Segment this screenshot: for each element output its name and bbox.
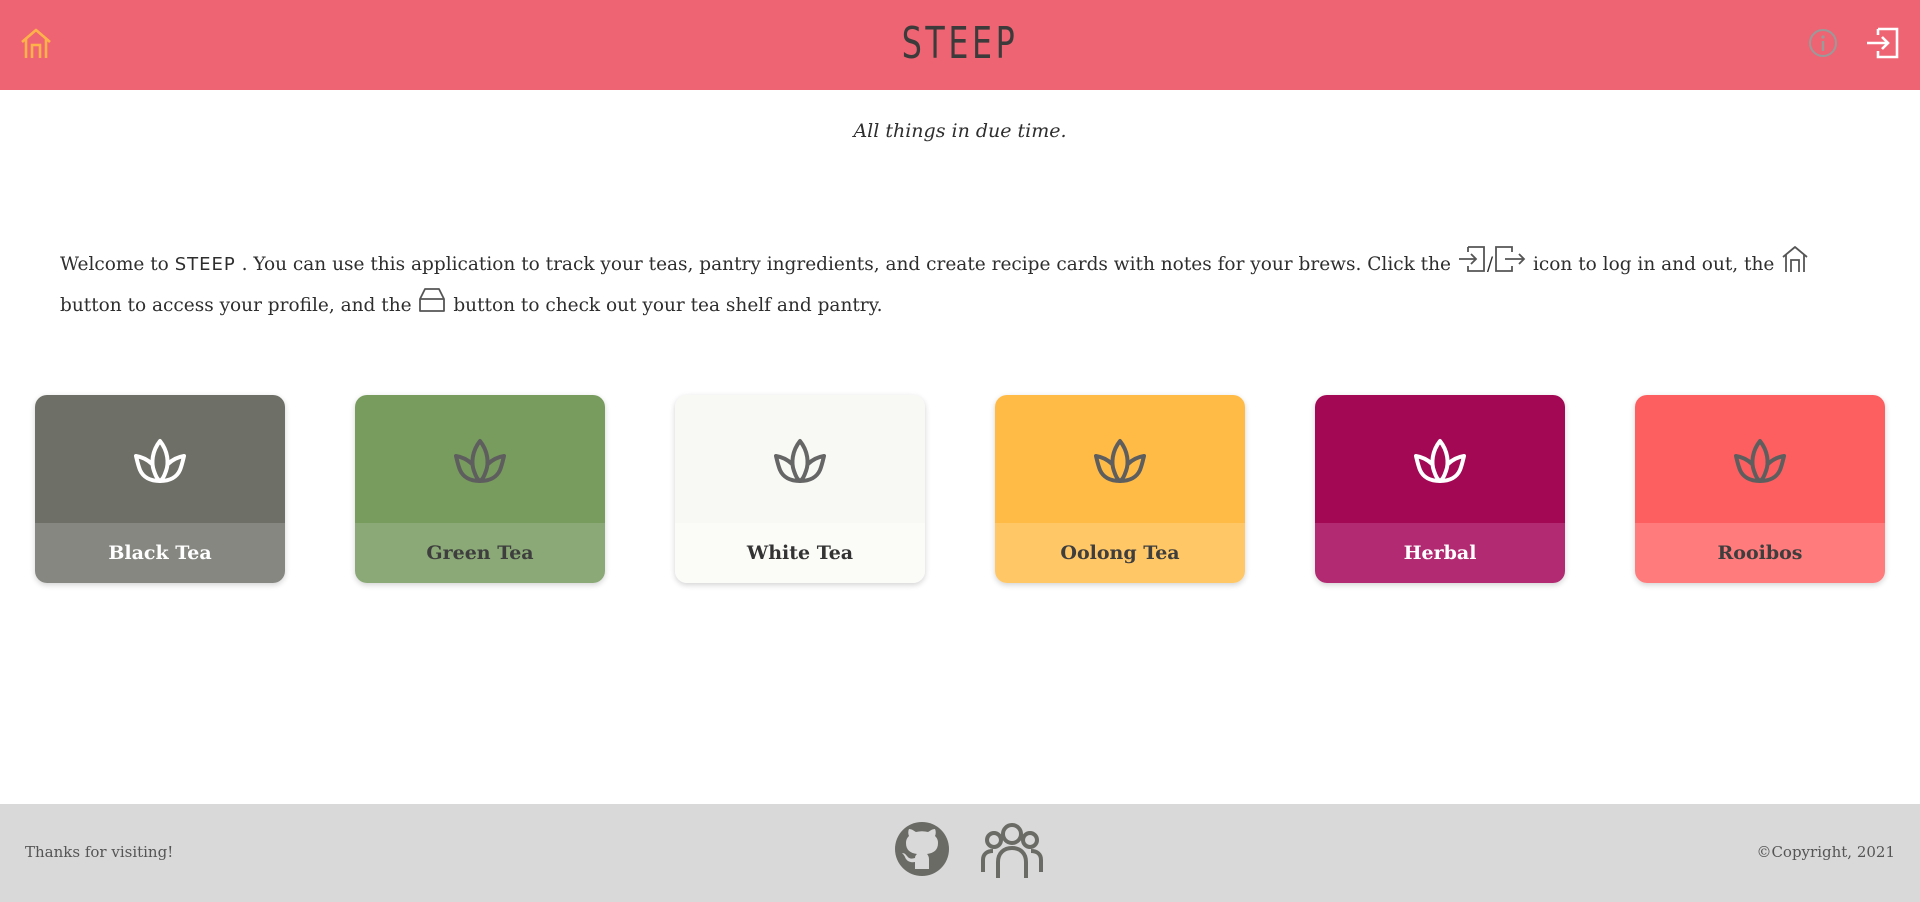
login-icon	[1458, 246, 1485, 272]
tea-card-top	[355, 395, 605, 523]
lotus-icon	[454, 439, 506, 483]
info-icon	[1809, 29, 1837, 57]
tea-card-grid: Black Tea Green Tea White Tea Oolong Tea…	[35, 395, 1885, 583]
tea-card-rooibos[interactable]: Rooibos	[1635, 395, 1885, 583]
login-button[interactable]	[1864, 24, 1902, 62]
tea-card-top	[1635, 395, 1885, 523]
intro-text-1: Welcome to	[60, 254, 175, 275]
footer: Thanks for visiting! ©Copyright, 2021	[0, 804, 1920, 902]
tea-card-white-tea[interactable]: White Tea	[675, 395, 925, 583]
footer-thanks: Thanks for visiting!	[25, 843, 174, 861]
top-navbar: STEEP	[0, 0, 1920, 90]
intro-text-2: . You can use this application to track …	[235, 254, 1457, 275]
intro-paragraph: Welcome to STEEP . You can use this appl…	[60, 244, 1860, 326]
brand-title[interactable]: STEEP	[269, 18, 1651, 69]
intro-text-4: button to access your profile, and the	[60, 295, 418, 316]
lotus-icon	[774, 439, 826, 483]
tea-card-label: Herbal	[1315, 523, 1565, 583]
footer-copyright: ©Copyright, 2021	[1756, 843, 1895, 861]
github-link[interactable]	[893, 820, 951, 878]
intro-brand: STEEP	[174, 254, 236, 275]
team-link[interactable]	[980, 820, 1044, 880]
intro-text-3: icon to log in and out, the	[1527, 254, 1781, 275]
logout-icon	[1495, 246, 1526, 272]
lotus-icon	[1094, 439, 1146, 483]
lotus-icon	[134, 439, 186, 483]
tea-card-top	[675, 395, 925, 523]
lotus-icon	[1734, 439, 1786, 483]
tea-card-black-tea[interactable]: Black Tea	[35, 395, 285, 583]
team-icon	[981, 823, 1043, 878]
tea-card-label: Rooibos	[1635, 523, 1885, 583]
tea-card-label: Black Tea	[35, 523, 285, 583]
github-icon	[895, 822, 949, 876]
tea-card-top	[995, 395, 1245, 523]
login-icon	[1867, 27, 1899, 59]
tea-card-label: White Tea	[675, 523, 925, 583]
info-button[interactable]	[1806, 26, 1840, 60]
home-button[interactable]	[18, 26, 54, 62]
tea-card-herbal[interactable]: Herbal	[1315, 395, 1565, 583]
tea-card-label: Green Tea	[355, 523, 605, 583]
tea-card-green-tea[interactable]: Green Tea	[355, 395, 605, 583]
shelf-icon	[419, 288, 446, 312]
tea-card-label: Oolong Tea	[995, 523, 1245, 583]
tea-card-top	[35, 395, 285, 523]
home-icon	[21, 28, 51, 58]
lotus-icon	[1414, 439, 1466, 483]
tagline: All things in due time.	[853, 120, 1067, 142]
tea-card-top	[1315, 395, 1565, 523]
tea-card-oolong-tea[interactable]: Oolong Tea	[995, 395, 1245, 583]
intro-text-5: button to check out your tea shelf and p…	[447, 295, 883, 316]
home-icon	[1782, 246, 1808, 272]
